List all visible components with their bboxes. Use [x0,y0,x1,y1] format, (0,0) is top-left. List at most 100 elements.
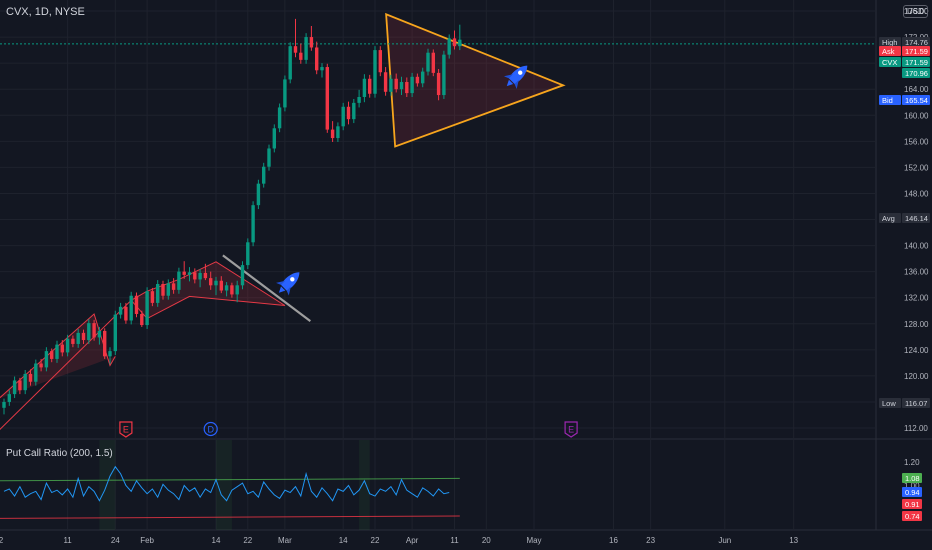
price-label-value: 146.14 [905,214,928,223]
time-tick-label: 13 [789,536,798,545]
candle [28,373,33,382]
candle [140,313,144,326]
time-tick-label: 14 [339,536,348,545]
candle [277,107,282,129]
candle [352,102,356,120]
candle [214,280,218,286]
price-label-value: 165.54 [905,96,928,105]
candle [103,330,107,357]
time-tick-label: 14 [212,536,221,545]
candle [224,285,229,291]
candle [71,338,75,344]
price-tick-label: 132.00 [904,294,929,303]
candle [293,46,298,53]
candle [389,78,393,92]
candle [39,363,43,368]
price-tick-label: 120.00 [904,372,929,381]
candle [262,166,266,184]
candle [87,323,91,341]
candle [134,295,139,314]
event-marker-label: D [207,425,214,435]
candle [256,183,261,206]
candle [240,265,245,286]
chart-title: CVX, 1D, NYSE [6,6,85,18]
time-tick-label: 11 [63,536,72,545]
time-tick-label: 16 [609,536,618,545]
candle [55,344,59,359]
candle [219,280,223,291]
price-label-name: High [882,38,897,47]
candle [34,363,38,382]
price-tick-label: 160.00 [904,111,929,120]
indicator-label[interactable]: Put Call Ratio (200, 1.5) [6,448,113,459]
candle [235,285,239,295]
candle [76,332,80,344]
candle [436,72,441,96]
candle [129,295,133,321]
candle [458,39,462,47]
price-tick-label: 156.00 [904,137,929,146]
candle [177,271,181,290]
price-label-name: Avg [882,214,895,223]
candle [108,351,112,357]
candle [203,272,208,279]
candle [452,38,457,47]
candle [166,283,170,296]
time-tick-label: Apr [406,536,419,545]
price-label-ask: Ask 171.59 [879,46,930,56]
candle [65,338,70,353]
candle [426,52,430,72]
chart-canvas[interactable]: EDE112.00116.00120.00124.00128.00132.001… [0,0,932,550]
candle [346,106,351,120]
price-tick-label: 148.00 [904,189,929,198]
time-tick-label: Mar [278,536,292,545]
candle [198,272,202,280]
candle [150,291,155,303]
candle [272,128,276,149]
indicator-value-label: 0.94 [905,488,920,497]
candle [304,37,308,60]
candle [309,37,314,48]
candle [124,306,128,321]
price-label-high: High 174.76 [879,37,930,47]
price-label-value: 116.07 [905,399,927,408]
price-label-bid: Bid 165.54 [879,95,930,105]
time-tick-label: 23 [646,536,655,545]
candle [431,52,435,73]
candle [251,205,255,243]
price-label-value: 171.59 [905,47,928,56]
price-label-cvx: CVX 171.59 [879,57,930,67]
candle [145,291,149,326]
candle [330,129,335,139]
indicator-tick-label: 1.20 [904,458,920,467]
candle [97,330,102,338]
candle [2,401,6,408]
time-tick-label: 11 [450,536,459,545]
price-label-value: 174.76 [905,38,928,47]
candle [421,71,425,84]
candle [81,332,86,341]
currency-button[interactable]: USD [903,5,928,18]
time-tick-label: 22 [0,536,4,545]
candle [171,283,176,290]
candle [156,284,160,303]
candle [12,380,17,395]
candle [288,46,292,80]
candle [320,67,324,71]
candle [373,50,377,94]
candle [267,148,271,167]
candle [283,79,287,108]
time-tick-label: 22 [243,536,252,545]
candle [378,50,382,73]
price-label-low: Low 116.07 [879,398,930,408]
candle [113,314,117,352]
time-tick-label: May [526,536,541,545]
candle [161,284,165,296]
candle [118,306,123,315]
candle [383,72,388,92]
candle [23,373,27,391]
candle [44,351,49,368]
price-tick-label: 124.00 [904,346,929,355]
price-label-name: Bid [882,96,893,105]
price-label-name: CVX [882,58,897,67]
